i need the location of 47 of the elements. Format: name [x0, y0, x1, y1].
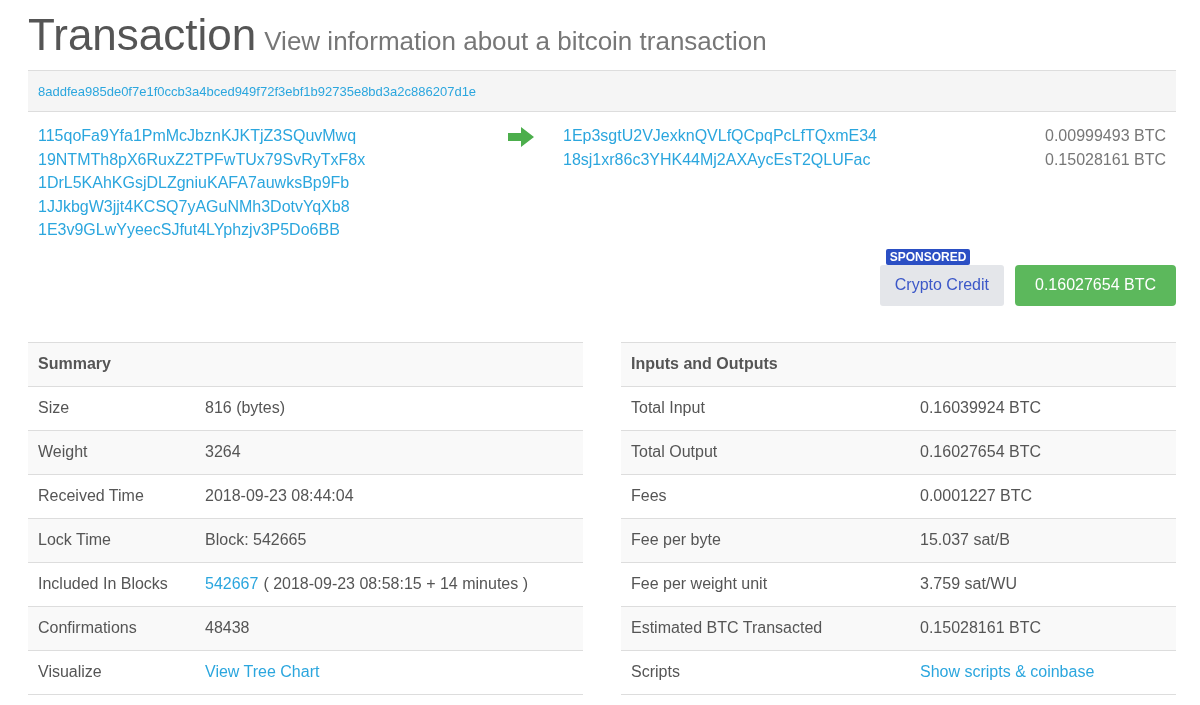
- table-title: Summary: [38, 355, 111, 373]
- table-label: Weight: [38, 443, 89, 461]
- table-label: Fee per weight unit: [631, 575, 769, 593]
- table-label: Total Input: [631, 399, 706, 417]
- table-value: 0.16027654 BTC: [920, 443, 1041, 461]
- table-label: Confirmations: [38, 619, 138, 637]
- table-label: Included In Blocks: [38, 575, 169, 593]
- table-value: Block: 542665: [205, 531, 307, 549]
- input-address-link[interactable]: 1JJkbgW3jjt4KCSQ7yAGuNMh3DotvYqXb8: [38, 194, 508, 218]
- transaction-hash-link[interactable]: 8addfea985de0f7e1f0ccb3a4bced949f72f3ebf1b92735e8bd3a2c886207d1e: [38, 84, 477, 99]
- table-value: 2018-09-23 08:44:04: [205, 487, 354, 505]
- table-value: 0.16039924 BTC: [920, 399, 1041, 417]
- input-address-link[interactable]: 1E3v9GLwYyeecSJfut4LYphzjv3P5Do6BB: [38, 218, 508, 242]
- page-title: Transaction: [28, 10, 257, 60]
- sponsored-button[interactable]: Crypto Credit: [879, 264, 1004, 306]
- input-address-link[interactable]: 115qoFa9Yfa1PmMcJbznKJKTjZ3SQuvMwq: [38, 124, 508, 148]
- table-label: Fee per byte: [631, 531, 722, 549]
- block-link[interactable]: 542667: [205, 575, 259, 593]
- table-label: Lock Time: [38, 531, 112, 549]
- output-amount: 0.15028161 BTC: [1045, 149, 1166, 170]
- table-label: Visualize: [38, 663, 103, 681]
- table-label: Scripts: [631, 663, 681, 681]
- table-value: ( 2018-09-23 08:58:15 + 14 minutes ): [263, 575, 528, 593]
- sponsored-badge: SPONSORED: [885, 248, 971, 265]
- total-amount-button[interactable]: 0.16027654 BTC: [1015, 264, 1176, 306]
- table-label: Size: [38, 399, 71, 417]
- table-value: 48438: [205, 619, 250, 637]
- table-link[interactable]: View Tree Chart: [205, 663, 320, 681]
- page-subtitle: View information about a bitcoin transaction: [264, 26, 767, 57]
- table-label: Total Output: [631, 443, 719, 461]
- table-label: Received Time: [38, 487, 145, 505]
- table-value: 3.759 sat/WU: [920, 575, 1017, 593]
- table-label: Estimated BTC Transacted: [631, 619, 824, 637]
- table-label: Fees: [631, 487, 668, 505]
- output-address-link[interactable]: 1Ep3sgtU2VJexknQVLfQCpqPcLfTQxmE34: [563, 124, 877, 148]
- table-value: 3264: [205, 443, 241, 461]
- table-value: 0.15028161 BTC: [920, 619, 1041, 637]
- input-address-link[interactable]: 19NTMTh8pX6RuxZ2TPFwTUx79SvRyTxF8x: [38, 147, 508, 171]
- table-link[interactable]: Show scripts & coinbase: [920, 663, 1095, 681]
- table-value: 0.0001227 BTC: [920, 487, 1033, 505]
- table-value: 15.037 sat/B: [920, 531, 1010, 549]
- table-value: 816 (bytes): [205, 399, 286, 417]
- input-address-link[interactable]: 1DrL5KAhKGsjDLZgniuKAFA7auwksBp9Fb: [38, 171, 508, 195]
- arrow-right-icon: [508, 127, 534, 147]
- output-address-link[interactable]: 18sj1xr86c3YHK44Mj2AXAycEsT2QLUFac: [563, 147, 871, 171]
- output-amount: 0.00999493 BTC: [1045, 126, 1166, 146]
- table-title: Inputs and Outputs: [631, 355, 778, 373]
